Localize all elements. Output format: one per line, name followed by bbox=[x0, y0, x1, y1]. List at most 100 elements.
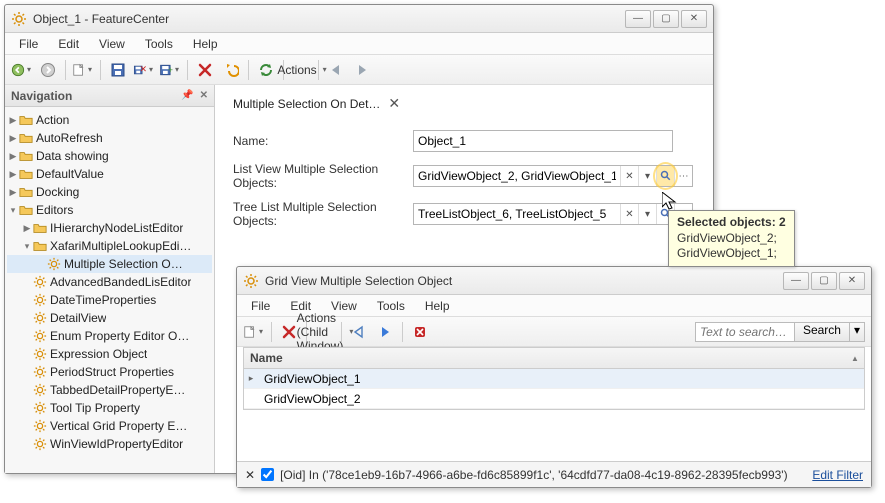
actions-dropdown[interactable]: Actions▾ bbox=[290, 59, 312, 81]
tree-item[interactable]: ▶Action bbox=[7, 111, 212, 129]
prev-record-button[interactable] bbox=[325, 59, 347, 81]
nav-forward-button[interactable] bbox=[37, 59, 59, 81]
tree-label: Editors bbox=[36, 203, 73, 217]
pin-icon[interactable]: 📌 bbox=[181, 90, 193, 101]
treelist-clear-button[interactable]: ✕ bbox=[620, 204, 638, 224]
tree-item[interactable]: ▶Docking bbox=[7, 183, 212, 201]
tree-item[interactable]: WinViewIdPropertyEditor bbox=[7, 435, 212, 453]
separator bbox=[271, 322, 272, 342]
treelist-lookup: ✕ ▾ ⋯ bbox=[413, 203, 693, 225]
search-dropdown-button[interactable]: ▾ bbox=[850, 322, 865, 342]
column-name[interactable]: Name bbox=[244, 351, 846, 365]
tree-item[interactable]: DateTimeProperties bbox=[7, 291, 212, 309]
menu-file[interactable]: File bbox=[243, 297, 278, 315]
delete-button[interactable] bbox=[194, 59, 216, 81]
menu-edit[interactable]: Edit bbox=[50, 35, 87, 53]
undo-button[interactable] bbox=[220, 59, 242, 81]
new-button[interactable]: ▾ bbox=[243, 321, 265, 343]
prev-record-button[interactable] bbox=[348, 321, 370, 343]
tree-item[interactable]: ▶IHierarchyNodeListEditor bbox=[7, 219, 212, 237]
save-close-button[interactable]: ✕▾ bbox=[133, 59, 155, 81]
search-button[interactable]: Search bbox=[795, 322, 850, 342]
filter-bar: ✕ [Oid] In ('78ce1eb9-16b7-4966-a6be-fd6… bbox=[237, 461, 871, 487]
menu-file[interactable]: File bbox=[11, 35, 46, 53]
app-icon bbox=[243, 273, 259, 289]
menu-tools[interactable]: Tools bbox=[137, 35, 181, 53]
next-record-button[interactable] bbox=[374, 321, 396, 343]
close-button[interactable]: ✕ bbox=[839, 272, 865, 290]
filter-text: [Oid] In ('78ce1eb9-16b7-4966-a6be-fd6c8… bbox=[280, 468, 788, 482]
expander-icon[interactable]: ▶ bbox=[21, 223, 33, 234]
filter-checkbox[interactable] bbox=[261, 468, 274, 481]
listview-search-button[interactable] bbox=[656, 166, 674, 186]
gear-icon bbox=[33, 365, 47, 379]
navigation-title: Navigation bbox=[11, 89, 72, 103]
grid-header[interactable]: Name ▲ bbox=[243, 347, 865, 369]
minimize-button[interactable]: — bbox=[783, 272, 809, 290]
actions-dropdown[interactable]: Actions (Child Window)▾ bbox=[313, 321, 335, 343]
filter-close-icon[interactable]: ✕ bbox=[245, 468, 255, 482]
tree-item[interactable]: ▾XafariMultipleLookupEdi… bbox=[7, 237, 212, 255]
expander-icon[interactable]: ▾ bbox=[21, 241, 33, 252]
expander-icon[interactable]: ▶ bbox=[7, 115, 19, 126]
listview-input[interactable] bbox=[414, 166, 620, 186]
edit-filter-link[interactable]: Edit Filter bbox=[812, 468, 863, 482]
treelist-input[interactable] bbox=[414, 204, 620, 224]
listview-ellipsis-button[interactable]: ⋯ bbox=[674, 166, 692, 186]
separator bbox=[65, 60, 66, 80]
nav-back-button[interactable]: ▾ bbox=[11, 59, 33, 81]
menu-tools[interactable]: Tools bbox=[369, 297, 413, 315]
tooltip-header: Selected objects: 2 bbox=[677, 215, 786, 229]
expander-icon[interactable]: ▶ bbox=[7, 187, 19, 198]
tree-label: AutoRefresh bbox=[36, 131, 103, 145]
tree-item[interactable]: ▾ Editors bbox=[7, 201, 212, 219]
sort-indicator-icon[interactable]: ▲ bbox=[846, 354, 864, 363]
tree-item[interactable]: Tool Tip Property bbox=[7, 399, 212, 417]
close-detail-icon[interactable]: ✕ bbox=[388, 95, 400, 112]
search-input[interactable] bbox=[695, 322, 795, 342]
tree-item[interactable]: ▶ AutoRefresh bbox=[7, 129, 212, 147]
separator bbox=[402, 322, 403, 342]
close-panel-icon[interactable]: ✕ bbox=[200, 90, 208, 101]
save-button[interactable] bbox=[107, 59, 129, 81]
tree-item[interactable]: DetailView bbox=[7, 309, 212, 327]
tree-item[interactable]: TabbedDetailPropertyE… bbox=[7, 381, 212, 399]
main-title: Object_1 - FeatureCenter bbox=[33, 12, 625, 26]
tree-item[interactable]: Multiple Selection O… bbox=[7, 255, 212, 273]
expander-icon[interactable]: ▾ bbox=[7, 205, 19, 216]
close-button[interactable]: ✕ bbox=[681, 10, 707, 28]
child-titlebar: Grid View Multiple Selection Object — ▢ … bbox=[237, 267, 871, 295]
tree-item[interactable]: ▶Data showing bbox=[7, 147, 212, 165]
name-input[interactable] bbox=[413, 130, 673, 152]
tree-item[interactable]: Expression Object bbox=[7, 345, 212, 363]
tree-label: Expression Object bbox=[50, 347, 147, 361]
maximize-button[interactable]: ▢ bbox=[653, 10, 679, 28]
cell-name: GridViewObject_1 bbox=[258, 372, 864, 386]
menu-help[interactable]: Help bbox=[417, 297, 458, 315]
folder-icon bbox=[19, 203, 33, 217]
tree-item[interactable]: AdvancedBandedLisEditor bbox=[7, 273, 212, 291]
listview-clear-button[interactable]: ✕ bbox=[620, 166, 638, 186]
expander-icon[interactable]: ▶ bbox=[7, 169, 19, 180]
close-search-button[interactable] bbox=[409, 321, 431, 343]
gear-icon bbox=[33, 311, 47, 325]
expander-icon[interactable]: ▶ bbox=[7, 151, 19, 162]
menu-help[interactable]: Help bbox=[185, 35, 226, 53]
tree-item[interactable]: Enum Property Editor O… bbox=[7, 327, 212, 345]
tree-item[interactable]: ▶DefaultValue bbox=[7, 165, 212, 183]
table-row[interactable]: GridViewObject_2 bbox=[244, 389, 864, 409]
listview-dropdown-button[interactable]: ▾ bbox=[638, 166, 656, 186]
menu-view[interactable]: View bbox=[91, 35, 133, 53]
expander-icon[interactable]: ▶ bbox=[7, 133, 19, 144]
save-new-button[interactable]: +▾ bbox=[159, 59, 181, 81]
tree-item[interactable]: PeriodStruct Properties bbox=[7, 363, 212, 381]
next-record-button[interactable] bbox=[351, 59, 373, 81]
table-row[interactable]: ▸ GridViewObject_1 bbox=[244, 369, 864, 389]
gear-icon bbox=[33, 383, 47, 397]
navigation-tree[interactable]: ▶Action▶AutoRefresh▶Data showing▶Default… bbox=[5, 107, 214, 473]
new-button[interactable]: ▾ bbox=[72, 59, 94, 81]
minimize-button[interactable]: — bbox=[625, 10, 651, 28]
maximize-button[interactable]: ▢ bbox=[811, 272, 837, 290]
tree-item[interactable]: Vertical Grid Property E… bbox=[7, 417, 212, 435]
treelist-dropdown-button[interactable]: ▾ bbox=[638, 204, 656, 224]
